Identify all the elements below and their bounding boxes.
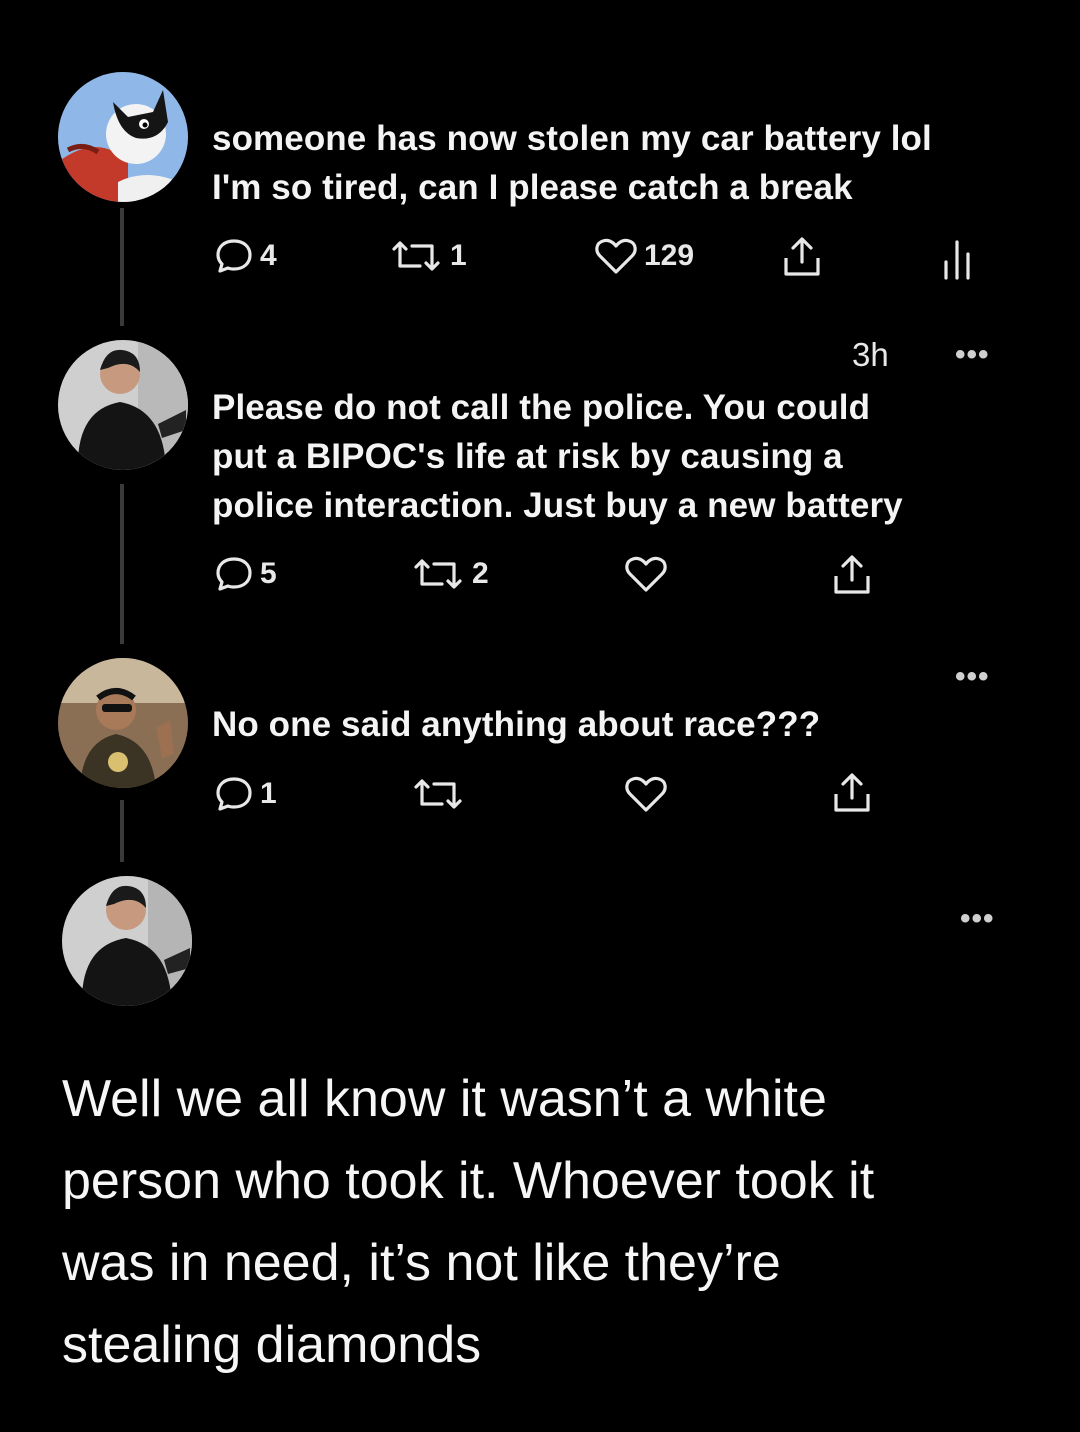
thread-line	[120, 800, 124, 862]
repost-button[interactable]: 1	[388, 236, 467, 276]
reply-count: 5	[260, 557, 277, 590]
share-button[interactable]	[830, 554, 874, 596]
repost-icon	[392, 241, 440, 271]
share-button[interactable]	[780, 236, 824, 278]
like-count: 129	[644, 239, 695, 272]
reply-button[interactable]: 4	[214, 236, 277, 276]
heart-icon	[625, 556, 667, 592]
like-button[interactable]	[624, 774, 668, 814]
heart-icon	[625, 776, 667, 812]
more-options-button[interactable]: •••	[955, 338, 990, 372]
reply-button[interactable]: 1	[214, 774, 277, 814]
comment-icon	[216, 777, 252, 811]
heart-icon	[595, 238, 637, 274]
repost-button[interactable]: 2	[410, 554, 489, 594]
repost-count: 2	[472, 557, 489, 590]
reply-count: 1	[260, 777, 277, 810]
timestamp: 3h	[852, 336, 889, 373]
post-text: No one said anything about race???	[212, 705, 821, 744]
post-text: Please do not call the police. You could…	[212, 388, 903, 525]
repost-count: 1	[450, 239, 467, 272]
thread-line	[120, 208, 124, 326]
avatar[interactable]	[58, 72, 188, 202]
comment-icon	[216, 239, 252, 273]
thread-line	[120, 484, 124, 644]
analytics-button[interactable]	[940, 238, 974, 280]
avatar[interactable]	[58, 340, 188, 470]
reply-count: 4	[260, 239, 277, 272]
repost-button[interactable]	[410, 774, 466, 814]
reply-button[interactable]: 5	[214, 554, 277, 594]
share-icon	[834, 555, 870, 594]
like-button[interactable]: 129	[594, 236, 694, 276]
share-icon	[834, 773, 870, 812]
more-options-button[interactable]: •••	[960, 902, 995, 936]
reply-text: Well we all know it wasn’t a white perso…	[62, 1070, 875, 1374]
repost-icon	[414, 779, 462, 809]
avatar[interactable]	[58, 658, 188, 788]
share-icon	[784, 237, 820, 276]
comment-icon	[216, 557, 252, 591]
post-text: someone has now stolen my car battery lo…	[212, 119, 932, 207]
like-button[interactable]	[624, 554, 668, 594]
share-button[interactable]	[830, 772, 874, 814]
avatar[interactable]	[62, 876, 192, 1006]
repost-icon	[414, 559, 462, 589]
more-options-button[interactable]: •••	[955, 660, 990, 694]
analytics-icon	[944, 240, 970, 280]
